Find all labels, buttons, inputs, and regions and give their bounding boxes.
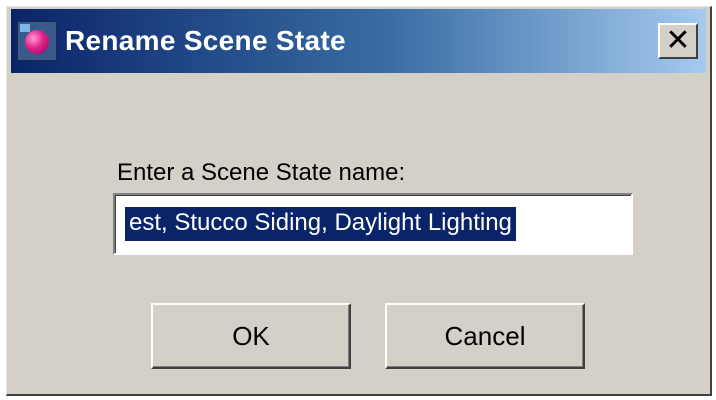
- title-bar[interactable]: Rename Scene State ✕: [11, 9, 706, 73]
- ok-button-label: OK: [232, 320, 270, 351]
- cancel-button-label: Cancel: [444, 320, 526, 351]
- window-title: Rename Scene State: [65, 25, 346, 56]
- close-button[interactable]: ✕: [658, 23, 698, 59]
- rename-scene-state-dialog: Rename Scene State ✕ Enter a Scene State…: [6, 6, 712, 396]
- cancel-button[interactable]: Cancel: [385, 303, 585, 369]
- scene-state-name-label: Enter a Scene State name:: [117, 159, 406, 186]
- app-icon-corner: [20, 24, 30, 32]
- ok-button[interactable]: OK: [151, 303, 351, 369]
- selected-input-text: est, Stucco Siding, Daylight Lighting: [125, 207, 516, 241]
- app-icon-orb: [25, 30, 49, 54]
- close-icon: ✕: [665, 24, 691, 57]
- app-orb-icon: [17, 21, 57, 61]
- scene-state-name-input[interactable]: est, Stucco Siding, Daylight Lighting: [113, 193, 633, 255]
